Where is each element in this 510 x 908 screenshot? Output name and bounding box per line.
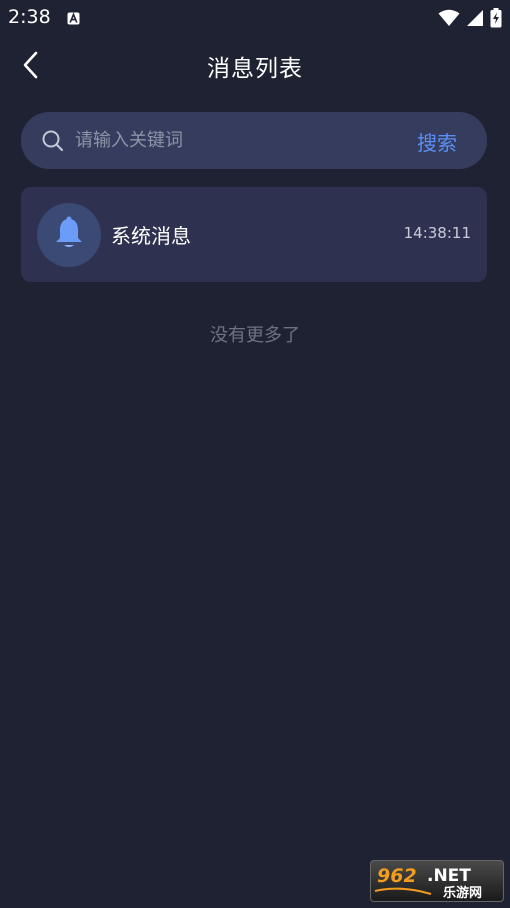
svg-text:乐游网: 乐游网 xyxy=(443,885,482,901)
svg-text:.NET: .NET xyxy=(427,866,471,886)
watermark-logo: 962 .NET 乐游网 xyxy=(370,860,504,902)
search-button[interactable]: 搜索 xyxy=(417,127,457,156)
search-bar: 搜索 xyxy=(21,112,487,169)
accessibility-a-icon xyxy=(67,10,80,29)
svg-text:962: 962 xyxy=(377,865,417,887)
cellular-signal-icon xyxy=(466,9,484,31)
message-time: 14:38:11 xyxy=(403,224,471,242)
list-end-text: 没有更多了 xyxy=(210,325,300,346)
status-bar: 2:38 xyxy=(0,0,510,36)
page-title: 消息列表 xyxy=(207,56,303,82)
status-icons xyxy=(438,8,502,32)
battery-charging-icon xyxy=(490,8,502,32)
header: 消息列表 xyxy=(0,36,510,96)
search-icon xyxy=(41,129,65,157)
message-list-item[interactable]: 系统消息 14:38:11 xyxy=(21,187,487,282)
bell-icon xyxy=(54,216,84,254)
message-title: 系统消息 xyxy=(111,224,191,248)
search-input[interactable] xyxy=(75,122,395,159)
message-avatar xyxy=(37,203,101,267)
status-time: 2:38 xyxy=(8,6,51,28)
wifi-icon xyxy=(438,9,460,31)
